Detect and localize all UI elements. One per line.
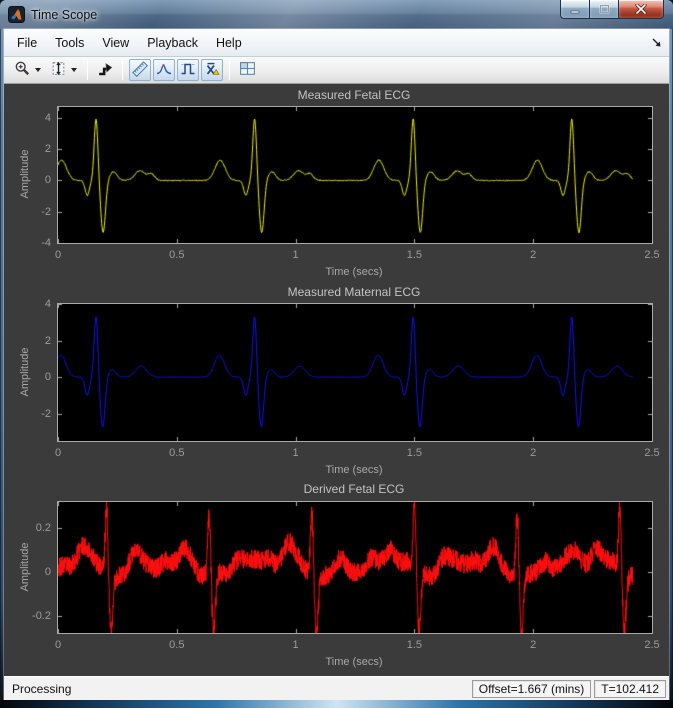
layout-button[interactable] — [236, 59, 258, 81]
signal-statistics-button[interactable] — [201, 59, 223, 81]
time-scope-window: Time Scope FileToolsViewPlaybackHelp — [0, 0, 673, 708]
plot-axes — [57, 501, 653, 634]
x-tick-label: 0.5 — [169, 639, 185, 651]
menu-bar: File Tools View Playback Help — [4, 29, 669, 57]
minimize-icon — [570, 10, 580, 13]
x-axis-label: Time (secs) — [325, 266, 383, 278]
menu-item-file[interactable]: File — [8, 29, 46, 56]
x-tick-label: 1 — [292, 249, 299, 261]
chart-title: Derived Fetal ECG — [303, 482, 405, 496]
chart-panel-1: Measured Fetal ECG Amplitude 0 0.5 1 1.5 2 2.5 4… — [4, 84, 669, 281]
dock-button[interactable] — [647, 34, 665, 52]
y-tick-label: 4 — [44, 298, 51, 310]
figure-area: Measured Fetal ECG Amplitude 0 0.5 1 1.5 2 2.5 4… — [4, 84, 669, 676]
chart-title: Measured Maternal ECG — [287, 285, 421, 299]
zoom-in-icon — [14, 60, 31, 80]
bilevel-icon — [180, 61, 196, 80]
y-tick-label: 2 — [44, 143, 51, 156]
scale-axes-icon — [50, 60, 67, 80]
dock-arrow-icon — [652, 38, 660, 47]
ruler-icon — [132, 60, 149, 80]
toolbar — [4, 57, 669, 84]
x-tick-label: 1.5 — [406, 249, 423, 261]
y-tick-label: 0.2 — [35, 522, 51, 535]
bilevel-measurements-button[interactable] — [177, 59, 199, 81]
menu-item-view[interactable]: View — [93, 29, 138, 56]
x-tick-label: 1 — [292, 639, 299, 651]
offset-indicator: Offset=1.667 (mins) — [471, 679, 592, 698]
close-icon — [635, 4, 647, 14]
x-tick-label: 2.5 — [644, 447, 660, 459]
toolbar-separator — [87, 60, 88, 80]
cursor-measurements-button[interactable] — [129, 59, 151, 81]
x-tick-label: 0.5 — [169, 447, 185, 459]
zoom-in-dropdown-caret[interactable] — [35, 68, 41, 72]
x-axis-label: Time (secs) — [325, 656, 383, 668]
toolbar-separator — [122, 60, 123, 80]
minimize-button[interactable] — [560, 0, 590, 19]
x-tick-label: 0 — [54, 447, 62, 459]
status-bar: Processing Offset=1.667 (mins) T=102.412 — [4, 676, 669, 700]
x-tick-label: 1 — [292, 447, 299, 459]
chart-title: Measured Fetal ECG — [297, 88, 411, 102]
menu-item-tools[interactable]: Tools — [46, 29, 93, 56]
y-tick-label: -2 — [41, 407, 51, 420]
window-controls — [560, 0, 664, 19]
window-bottom-frame — [0, 700, 673, 708]
title-bar[interactable]: Time Scope — [0, 0, 673, 29]
y-tick-label: -2 — [41, 205, 51, 218]
peak-finder-icon — [156, 61, 172, 80]
x-tick-label: 2 — [530, 249, 537, 261]
x-tick-label: 2 — [530, 447, 537, 459]
y-tick-label: 0 — [44, 174, 51, 187]
y-tick-label: 0 — [44, 565, 51, 578]
plot-canvas-3[interactable] — [58, 502, 652, 633]
x-tick-label: 2.5 — [644, 639, 660, 651]
close-button[interactable] — [618, 0, 664, 19]
chart-panel-3: Derived Fetal ECG Amplitude 0 0.5 1 1.5 2 2.5 0.… — [4, 478, 669, 676]
y-tick-label: 4 — [44, 111, 51, 124]
x-tick-label: 2 — [530, 639, 537, 651]
status-message: Processing — [12, 681, 72, 696]
chart-panel-2: Measured Maternal ECG Amplitude 0 0.5 1 1.5 2 2… — [4, 281, 669, 478]
toolbar-separator — [229, 60, 230, 80]
x-tick-label: 0 — [54, 249, 62, 261]
menu-item-playback[interactable]: Playback — [138, 29, 207, 56]
zoom-in-button[interactable] — [11, 59, 33, 81]
step-forward-button[interactable] — [94, 59, 116, 81]
scale-axes-button[interactable] — [47, 59, 69, 81]
scale-axes-dropdown-caret[interactable] — [71, 68, 77, 72]
y-tick-label: -4 — [41, 237, 51, 249]
plot-canvas-1[interactable] — [58, 107, 652, 243]
maximize-icon — [599, 4, 609, 14]
plot-canvas-2[interactable] — [58, 304, 652, 441]
x-tick-label: 0.5 — [169, 249, 185, 261]
menu-item-help[interactable]: Help — [207, 29, 251, 56]
client-area: File Tools View Playback Help Measured Fetal… — [4, 29, 669, 700]
maximize-button[interactable] — [590, 0, 618, 19]
x-axis-label: Time (secs) — [325, 464, 383, 476]
matlab-app-icon — [8, 6, 25, 23]
x-tick-label: 1.5 — [406, 447, 423, 459]
y-tick-label: 2 — [44, 334, 51, 347]
window-title: Time Scope — [31, 7, 98, 22]
time-indicator: T=102.412 — [594, 679, 666, 698]
x-tick-label: 1.5 — [406, 639, 423, 651]
x-tick-label: 2.5 — [644, 249, 660, 261]
peak-finder-button[interactable] — [153, 59, 175, 81]
signal-statistics-icon — [204, 61, 220, 80]
y-tick-label: -0.2 — [32, 609, 51, 622]
step-forward-icon — [96, 60, 114, 80]
y-tick-label: 0 — [44, 371, 51, 384]
layout-grid-icon — [239, 60, 256, 80]
plot-axes — [57, 106, 653, 244]
plot-axes — [57, 303, 653, 442]
x-tick-label: 0 — [54, 639, 62, 651]
